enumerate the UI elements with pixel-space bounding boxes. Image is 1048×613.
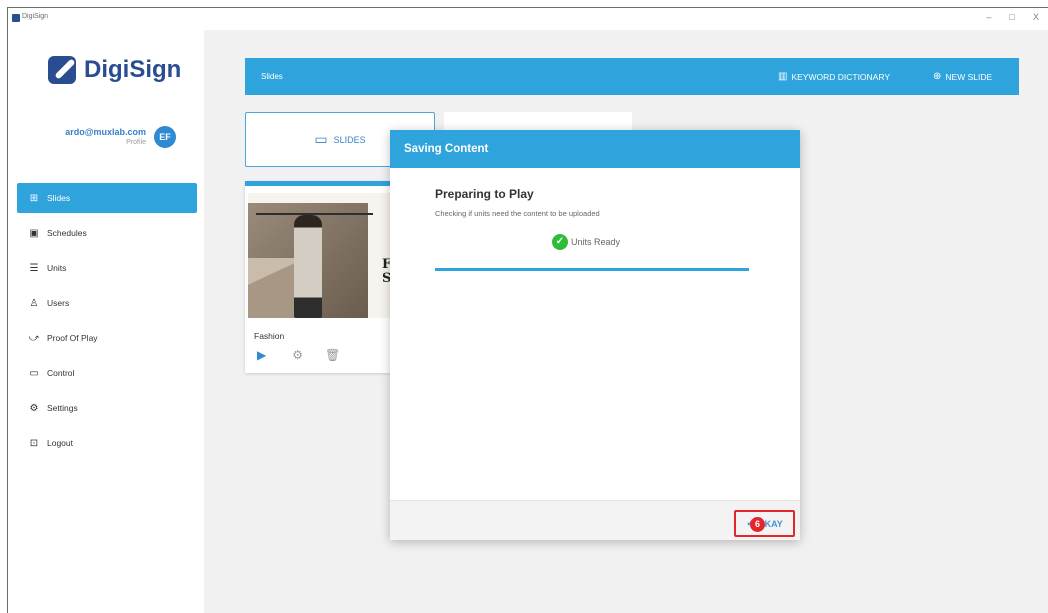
dialog-footer: ✓ OKAY 6 [390,500,800,540]
new-slide-label: NEW SLIDE [945,71,993,82]
sidebar-item-label: Proof Of Play [47,333,98,343]
logo: DigiSign [48,56,181,84]
slide-name: Fashion [254,331,285,341]
gear-icon[interactable]: ⚙ [292,348,303,362]
fashion-photo [248,203,368,318]
progress-bar [435,268,749,271]
sidebar-nav: ⊞ Slides ▣ Schedules ☰ Units ♙ Users ⤻ P… [17,183,197,463]
minimize-button[interactable]: – [983,12,995,22]
trash-icon[interactable]: 🗑 [325,348,340,362]
grid-icon: ⊞ [29,192,39,204]
units-status: ✓ Units Ready [552,234,620,250]
page-header: Slides ▥ KEYWORD DICTIONARY ⊕ NEW SLIDE [245,58,1019,95]
digisign-logo-icon [48,56,76,84]
sidebar-item-logout[interactable]: ⊡ Logout [17,428,197,458]
check-circle-icon: ✓ [552,234,568,250]
user-icon: ♙ [29,297,39,309]
new-slide-button[interactable]: ⊕ NEW SLIDE [933,71,992,82]
progress-fill [435,268,749,271]
keyword-dictionary-label: KEYWORD DICTIONARY [791,71,890,82]
keyword-dictionary-button[interactable]: ▥ KEYWORD DICTIONARY [778,71,890,82]
sidebar-item-label: Slides [47,193,71,203]
sidebar-item-label: Units [47,263,67,273]
app-icon [12,14,20,22]
close-button[interactable]: X [1030,12,1042,22]
server-icon: ☰ [29,262,39,274]
sidebar-item-units[interactable]: ☰ Units [17,253,197,283]
saving-content-dialog: Saving Content Preparing to Play Checkin… [390,130,800,540]
sidebar: DigiSign ardo@muxlab.com Profile EF ⊞ Sl… [8,30,204,613]
sidebar-item-proof-of-play[interactable]: ⤻ Proof Of Play [17,323,197,353]
profile-link[interactable]: Profile [36,139,146,146]
dialog-subtext: Checking if units need the content to be… [435,209,600,218]
step-badge: 6 [750,517,765,532]
dialog-title: Saving Content [390,130,800,168]
sidebar-item-settings[interactable]: ⚙ Settings [17,393,197,423]
user-email[interactable]: ardo@muxlab.com [36,127,146,137]
units-status-text: Units Ready [571,237,621,247]
sidebar-item-slides[interactable]: ⊞ Slides [17,183,197,213]
avatar[interactable]: EF [154,126,176,148]
sidebar-item-label: Logout [47,438,73,448]
title-bar: DigiSign – □ X [8,8,1048,30]
sidebar-item-label: Users [47,298,70,308]
sidebar-item-control[interactable]: ▭ Control [17,358,197,388]
sidebar-item-label: Control [47,368,75,378]
window-title: DigiSign [22,13,49,20]
plus-circle-icon: ⊕ [933,71,942,82]
page-title: Slides [261,72,283,81]
dialog-heading: Preparing to Play [435,187,534,201]
logo-text: DigiSign [84,56,182,83]
gear-icon: ⚙ [29,402,39,414]
card-actions: ▶ ⚙ 🗑 [257,348,340,362]
play-icon[interactable]: ▶ [257,348,266,362]
sidebar-item-label: Schedules [47,228,87,238]
sidebar-item-label: Settings [47,403,78,413]
monitor-icon: ▭ [29,367,39,379]
logout-icon: ⊡ [29,437,39,449]
tab-slides-label: SLIDES [333,134,366,145]
chart-line-icon: ⤻ [28,332,40,344]
app-window: DigiSign – □ X DigiSign ardo@muxlab.com … [7,7,1048,613]
book-icon: ▥ [778,71,788,82]
maximize-button[interactable]: □ [1006,12,1018,22]
calendar-icon: ▣ [29,227,39,239]
slides-icon: ▭ [314,131,328,147]
sidebar-item-schedules[interactable]: ▣ Schedules [17,218,197,248]
sidebar-item-users[interactable]: ♙ Users [17,288,197,318]
